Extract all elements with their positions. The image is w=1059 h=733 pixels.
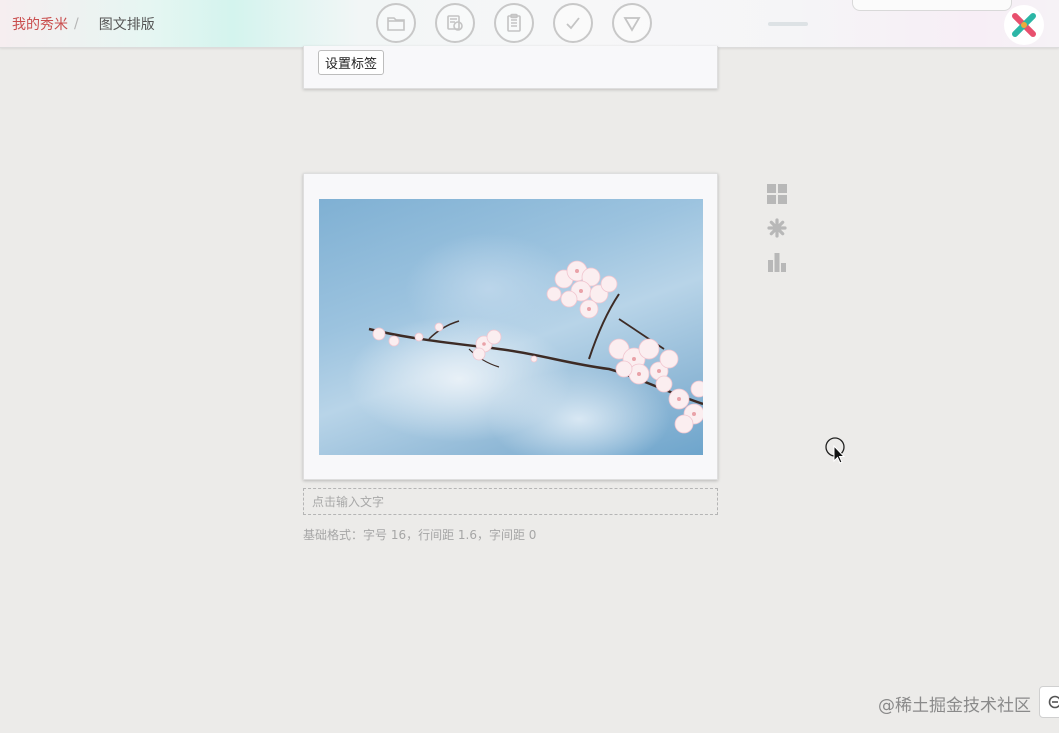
checkmark-icon — [566, 17, 580, 30]
decorative-stroke — [768, 22, 808, 26]
editor-toolbar — [376, 3, 652, 43]
image-library-button[interactable] — [435, 3, 475, 43]
corner-zoom-button[interactable] — [1039, 686, 1059, 718]
top-panel-tab[interactable] — [852, 0, 1012, 11]
grid-icon — [767, 184, 787, 204]
clipboard-button[interactable] — [494, 3, 534, 43]
breadcrumb-home-link[interactable]: 我的秀米 — [12, 14, 68, 34]
mouse-cursor — [825, 437, 849, 471]
folder-icon — [387, 17, 405, 31]
effects-button[interactable] — [766, 217, 788, 239]
app-logo[interactable] — [1004, 5, 1044, 45]
cursor-icon — [825, 437, 846, 464]
triangle-down-icon — [623, 17, 641, 32]
watermark-text: @稀土掘金技术社区 — [878, 696, 1031, 716]
statistics-button[interactable] — [766, 251, 788, 273]
clipboard-icon — [507, 13, 521, 32]
blossom-branch-illustration — [368, 260, 703, 434]
side-tools — [766, 183, 788, 273]
image-card[interactable] — [303, 173, 718, 480]
breadcrumb: 我的秀米 / 图文排版 — [12, 14, 155, 34]
bar-chart-icon — [768, 253, 786, 272]
confirm-button[interactable] — [553, 3, 593, 43]
dropdown-button[interactable] — [612, 3, 652, 43]
folder-button[interactable] — [376, 3, 416, 43]
tag-card: 设置标签 — [303, 46, 718, 89]
image-library-icon — [447, 15, 463, 31]
breadcrumb-separator: / — [74, 16, 79, 32]
zoom-out-icon — [1048, 695, 1059, 709]
cherry-blossom-photo[interactable] — [319, 199, 703, 455]
set-tag-button[interactable]: 设置标签 — [318, 50, 385, 75]
layout-grid-button[interactable] — [766, 183, 788, 205]
format-info-text: 基础格式：字号 16，行间距 1.6，字间距 0 — [303, 528, 537, 542]
top-bar: 我的秀米 / 图文排版 — [0, 0, 1059, 48]
asterisk-icon — [767, 218, 787, 238]
breadcrumb-current: 图文排版 — [98, 17, 155, 33]
logo-icon — [1012, 13, 1036, 37]
caption-text-input[interactable] — [303, 488, 718, 515]
